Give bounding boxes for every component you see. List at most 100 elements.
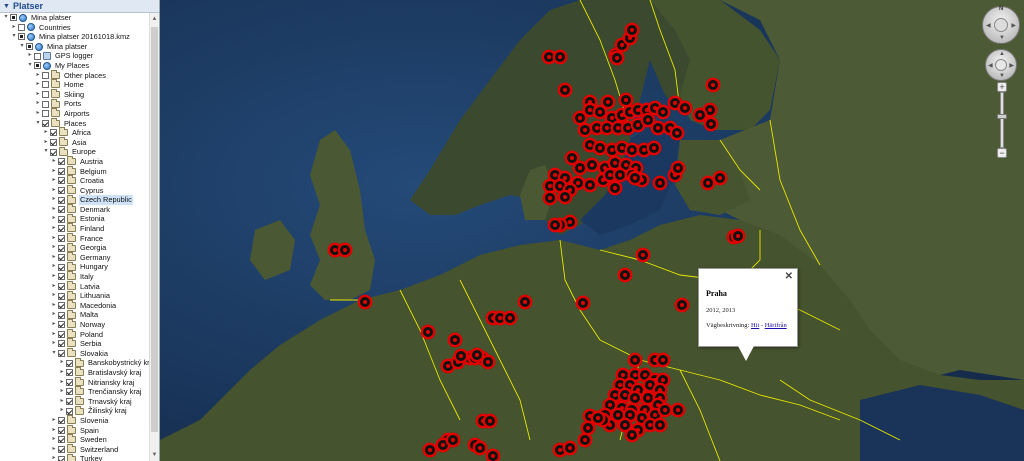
visibility-checkbox[interactable] — [42, 119, 49, 127]
pan-down-icon[interactable]: ▼ — [999, 73, 1005, 79]
expand-icon[interactable]: ▸ — [34, 90, 42, 100]
tree-item[interactable]: ▸ Finland — [0, 223, 149, 234]
zoom-slider[interactable]: + − — [997, 82, 1007, 158]
tree-item[interactable]: ▸ Spain — [0, 424, 149, 436]
look-left-icon[interactable]: ◀ — [986, 22, 991, 29]
places-panel-header[interactable]: ▼ Platser — [0, 0, 159, 13]
tree-item[interactable]: ▸ Slovenia — [0, 415, 149, 426]
visibility-checkbox[interactable] — [58, 417, 65, 425]
tree-scrollbar[interactable]: ▲ ▼ — [149, 13, 159, 461]
tree-item[interactable]: ▾ Mina platser — [0, 42, 149, 52]
visibility-checkbox[interactable] — [42, 71, 49, 79]
tree-item[interactable]: ▾ Mina platser — [0, 13, 149, 23]
scroll-down-icon[interactable]: ▼ — [150, 450, 159, 460]
earth-map-view[interactable]: N ◀ ▶ ▼ ◀ ▶ ▲ ▼ + − ✕ Praha 2012, 2013 V… — [160, 0, 1024, 461]
collapse-icon[interactable]: ▾ — [50, 349, 58, 359]
visibility-checkbox[interactable] — [18, 23, 25, 31]
visibility-checkbox[interactable] — [58, 273, 65, 281]
expand-icon[interactable]: ▸ — [58, 378, 66, 388]
expand-icon[interactable]: ▸ — [10, 23, 18, 33]
expand-icon[interactable]: ▸ — [50, 291, 58, 301]
expand-icon[interactable]: ▸ — [50, 157, 58, 167]
zoom-out-button[interactable]: − — [997, 148, 1007, 158]
expand-icon[interactable]: ▸ — [34, 109, 42, 119]
visibility-checkbox[interactable] — [58, 340, 65, 348]
visibility-checkbox[interactable] — [58, 263, 65, 271]
expand-icon[interactable]: ▸ — [50, 214, 58, 224]
visibility-checkbox[interactable] — [58, 196, 65, 204]
expand-icon[interactable]: ▸ — [42, 138, 50, 148]
visibility-checkbox[interactable] — [66, 378, 73, 386]
visibility-checkbox[interactable] — [58, 167, 65, 175]
expand-icon[interactable]: ▸ — [34, 99, 42, 109]
expand-icon[interactable]: ▸ — [50, 435, 58, 445]
tree-item[interactable]: ▸ Airports — [0, 108, 149, 119]
expand-icon[interactable]: ▸ — [58, 406, 66, 416]
pan-control[interactable]: ◀ ▶ ▲ ▼ — [985, 49, 1017, 81]
visibility-checkbox[interactable] — [26, 43, 33, 51]
visibility-checkbox[interactable] — [50, 139, 57, 147]
pan-left-icon[interactable]: ◀ — [988, 62, 993, 69]
collapse-icon[interactable]: ▾ — [2, 13, 10, 23]
tree-item[interactable]: ▸ Austria — [0, 156, 149, 167]
tree-item[interactable]: ▾ Mina platser 20161018.kmz — [0, 32, 149, 42]
tree-item[interactable]: ▸ Cyprus — [0, 184, 149, 196]
tree-item[interactable]: ▸ Serbia — [0, 338, 149, 349]
visibility-checkbox[interactable] — [34, 52, 41, 60]
close-icon[interactable]: ✕ — [785, 271, 793, 282]
pan-right-icon[interactable]: ▶ — [1009, 62, 1014, 69]
visibility-checkbox[interactable] — [58, 177, 65, 185]
visibility-checkbox[interactable] — [42, 110, 49, 118]
tree-item[interactable]: ▸ GPS logger — [0, 51, 149, 61]
collapse-arrow-icon[interactable]: ▼ — [3, 3, 10, 10]
expand-icon[interactable]: ▸ — [58, 397, 66, 407]
collapse-icon[interactable]: ▾ — [34, 119, 42, 129]
visibility-checkbox[interactable] — [42, 100, 49, 108]
expand-icon[interactable]: ▸ — [50, 224, 58, 234]
expand-icon[interactable]: ▸ — [50, 272, 58, 282]
visibility-checkbox[interactable] — [66, 398, 73, 406]
expand-icon[interactable]: ▸ — [50, 205, 58, 215]
tree-item[interactable]: ▸ Žilinský kraj — [0, 405, 149, 416]
directions-from-link[interactable]: Härifrån — [765, 322, 787, 329]
tree-item[interactable]: ▸ Latvia — [0, 280, 149, 292]
visibility-checkbox[interactable] — [58, 158, 65, 166]
tree-item[interactable]: ▸ Macedonia — [0, 300, 149, 311]
expand-icon[interactable]: ▸ — [34, 71, 42, 81]
tree-item[interactable]: ▸ Hungary — [0, 261, 149, 272]
visibility-checkbox[interactable] — [66, 359, 73, 367]
expand-icon[interactable]: ▸ — [58, 387, 66, 397]
tree-item[interactable]: ▸ France — [0, 232, 149, 244]
visibility-checkbox[interactable] — [50, 148, 57, 156]
expand-icon[interactable]: ▸ — [50, 234, 58, 244]
tree-item[interactable]: ▸ Estonia — [0, 213, 149, 224]
look-compass[interactable]: N ◀ ▶ ▼ — [982, 6, 1020, 44]
tree-item[interactable]: ▸ Belgium — [0, 165, 149, 177]
tree-item[interactable]: ▸ Poland — [0, 328, 149, 340]
tree-item[interactable]: ▾ Europe — [0, 146, 149, 157]
visibility-checkbox[interactable] — [58, 436, 65, 444]
tree-item[interactable]: ▸ Malta — [0, 309, 149, 320]
expand-icon[interactable]: ▸ — [50, 186, 58, 196]
expand-icon[interactable]: ▸ — [50, 262, 58, 272]
tree-item[interactable]: ▸ Countries — [0, 23, 149, 33]
expand-icon[interactable]: ▸ — [50, 253, 58, 263]
visibility-checkbox[interactable] — [66, 388, 73, 396]
tree-item[interactable]: ▸ Asia — [0, 137, 149, 148]
visibility-checkbox[interactable] — [58, 446, 65, 454]
tree-item[interactable]: ▸ Home — [0, 79, 149, 90]
tree-item[interactable]: ▸ Turkey — [0, 453, 149, 461]
visibility-checkbox[interactable] — [58, 234, 65, 242]
visibility-checkbox[interactable] — [58, 282, 65, 290]
visibility-checkbox[interactable] — [58, 455, 65, 461]
expand-icon[interactable]: ▸ — [50, 167, 58, 177]
expand-icon[interactable]: ▸ — [50, 426, 58, 436]
expand-icon[interactable]: ▸ — [58, 358, 66, 368]
expand-icon[interactable]: ▸ — [34, 80, 42, 90]
visibility-checkbox[interactable] — [58, 321, 65, 329]
collapse-icon[interactable]: ▾ — [42, 147, 50, 157]
collapse-icon[interactable]: ▾ — [18, 42, 26, 52]
tree-item[interactable]: ▾ My Places — [0, 61, 149, 71]
visibility-checkbox[interactable] — [66, 407, 73, 415]
tree-item[interactable]: ▸ Switzerland — [0, 444, 149, 455]
